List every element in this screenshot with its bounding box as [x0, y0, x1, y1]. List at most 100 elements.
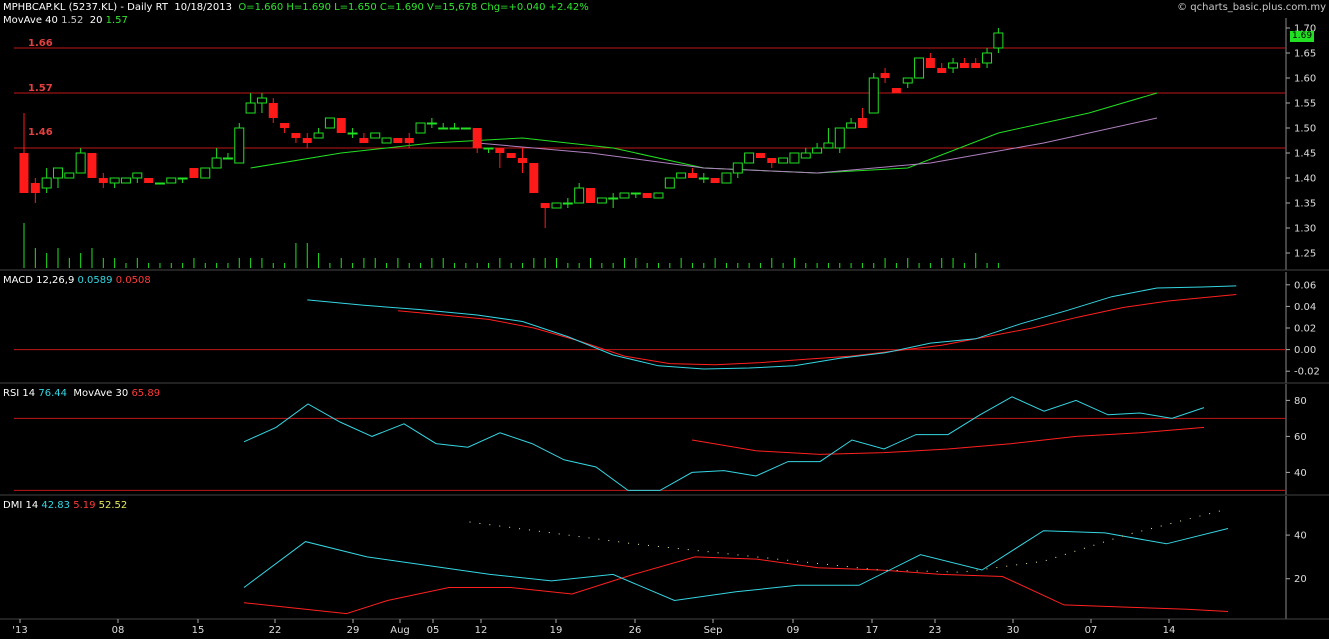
macd-signal-line: [397, 294, 1237, 366]
candle-body-down: [857, 118, 867, 128]
macd-y-tick-label: 0.06: [1294, 280, 1316, 291]
macd-label: MACD 12,26,9: [3, 275, 75, 286]
candle-body-up: [744, 152, 755, 164]
ma40-label: MovAve 40: [3, 15, 58, 26]
macd-y-tick-label: 0.00: [1294, 345, 1316, 356]
dmi-adx-line: [469, 508, 1229, 573]
candle-body-up: [234, 127, 245, 164]
price-y-tick-label: 1.40: [1294, 174, 1316, 185]
candle-body-up: [630, 192, 641, 195]
candle-body-up: [914, 57, 925, 79]
candle-body-down: [710, 178, 720, 183]
x-tick-label: 08: [112, 625, 125, 636]
candle-body-up: [449, 127, 460, 130]
x-tick-label: '13: [12, 625, 27, 636]
candle-body-down: [404, 138, 414, 143]
dmi-mdi-value: 5.19: [73, 500, 96, 511]
panel-frames: [0, 18, 1329, 620]
rsi-y-tick-label: 80: [1294, 396, 1307, 407]
price-y-tick-label: 1.60: [1294, 74, 1316, 85]
macd-line: [307, 285, 1237, 370]
candle-body-down: [302, 138, 312, 143]
rsi-y-tick-label: 60: [1294, 432, 1307, 443]
candle-body-up: [75, 152, 86, 174]
candle-body-down: [755, 153, 765, 158]
x-tick-label: 09: [787, 625, 800, 636]
candle-body-up: [721, 172, 732, 184]
candle-body-up: [154, 182, 165, 185]
macd-panel: 0.06 0.04 0.02 0.00 -0.02: [14, 280, 1320, 378]
candle-body-up: [483, 147, 494, 150]
candle-body-up: [834, 127, 845, 149]
candle-body-down: [359, 138, 369, 143]
dmi-legend: DMI 14 42.83 5.19 52.52: [3, 500, 127, 511]
candle-body-up: [438, 127, 449, 130]
price-y-tick-label: 1.45: [1294, 149, 1316, 160]
candle-body-down: [393, 138, 403, 143]
ma-legend: MovAve 40 1.52 20 1.57: [3, 15, 128, 26]
candle-body-up: [653, 192, 664, 199]
dmi-adx-value: 52.52: [98, 500, 128, 511]
dmi-panel: 40 20: [243, 508, 1307, 615]
candle-body-down: [971, 63, 981, 68]
candle-body-up: [370, 132, 381, 139]
level-label-157: 1.57: [28, 83, 53, 94]
candle-body-down: [687, 173, 697, 178]
symbol-title: MPHBCAP.KL (5237.KL) - Daily RT: [3, 2, 168, 13]
candle-body-down: [767, 158, 777, 163]
candle-body-up: [676, 172, 687, 179]
candle-body-up: [823, 142, 834, 149]
candle-body-down: [495, 148, 505, 153]
rsi-value: 76.44: [38, 388, 67, 399]
candle-body-up: [778, 157, 789, 164]
candle-body-up: [732, 162, 743, 174]
candle-body-down: [30, 183, 40, 193]
candle-body-down: [642, 193, 652, 198]
candle-body-down: [880, 73, 890, 78]
candle-body-down: [506, 153, 516, 158]
macd-y-tick-label: 0.02: [1294, 324, 1316, 335]
ohlc-readout: O=1.660 H=1.690 L=1.650 C=1.690 V=15,678…: [238, 2, 589, 13]
candle-body-down: [19, 153, 29, 193]
candle-body-up: [574, 187, 585, 204]
candle-body-down: [144, 178, 154, 183]
rsi-ma-label: MovAve 30: [73, 388, 129, 399]
dmi-minus-di-line: [243, 556, 1229, 615]
x-tick-label: 05: [427, 625, 440, 636]
candle-body-up: [200, 167, 211, 179]
candle-body-down: [518, 158, 528, 163]
macd-legend: MACD 12,26,9 0.0589 0.0508: [3, 275, 151, 286]
price-y-tick-label: 1.35: [1294, 199, 1316, 210]
candle-body-down: [586, 188, 595, 203]
candle-body-up: [596, 197, 607, 204]
candle-body-up: [846, 122, 857, 129]
candle-body-down: [937, 68, 947, 73]
candle-body-up: [324, 117, 335, 129]
candle-body-up: [562, 202, 573, 205]
price-y-tick-label: 1.65: [1294, 49, 1316, 60]
candle-body-up: [415, 122, 426, 134]
candle-body-up: [619, 192, 630, 199]
candle-body-up: [256, 97, 267, 104]
x-tick-label: 17: [866, 625, 879, 636]
x-tick-label: 23: [929, 625, 942, 636]
current-price-badge: 1.69: [1290, 31, 1315, 42]
dmi-plus-di-line: [243, 528, 1229, 602]
candle-body-down: [472, 128, 482, 148]
candle-body-up: [109, 177, 120, 184]
chart-header: MPHBCAP.KL (5237.KL) - Daily RT 10/18/20…: [3, 2, 589, 13]
candle-body-up: [426, 122, 437, 125]
chart-date: 10/18/2013: [174, 2, 232, 13]
x-tick-label: 12: [475, 625, 488, 636]
candle-body-up: [347, 132, 358, 135]
price-y-tick-label: 1.25: [1294, 249, 1316, 260]
rsi-legend: RSI 14 76.44 MovAve 30 65.89: [3, 388, 160, 399]
candle-body-down: [291, 133, 301, 138]
rsi-label: RSI 14: [3, 388, 36, 399]
ma-line-20: [250, 92, 1158, 174]
ma20-label: 20: [89, 15, 103, 26]
rsi-ma-line: [691, 426, 1205, 455]
price-y-tick-label: 1.55: [1294, 99, 1316, 110]
candle-body-up: [800, 152, 811, 159]
candle-body-up: [812, 147, 823, 154]
